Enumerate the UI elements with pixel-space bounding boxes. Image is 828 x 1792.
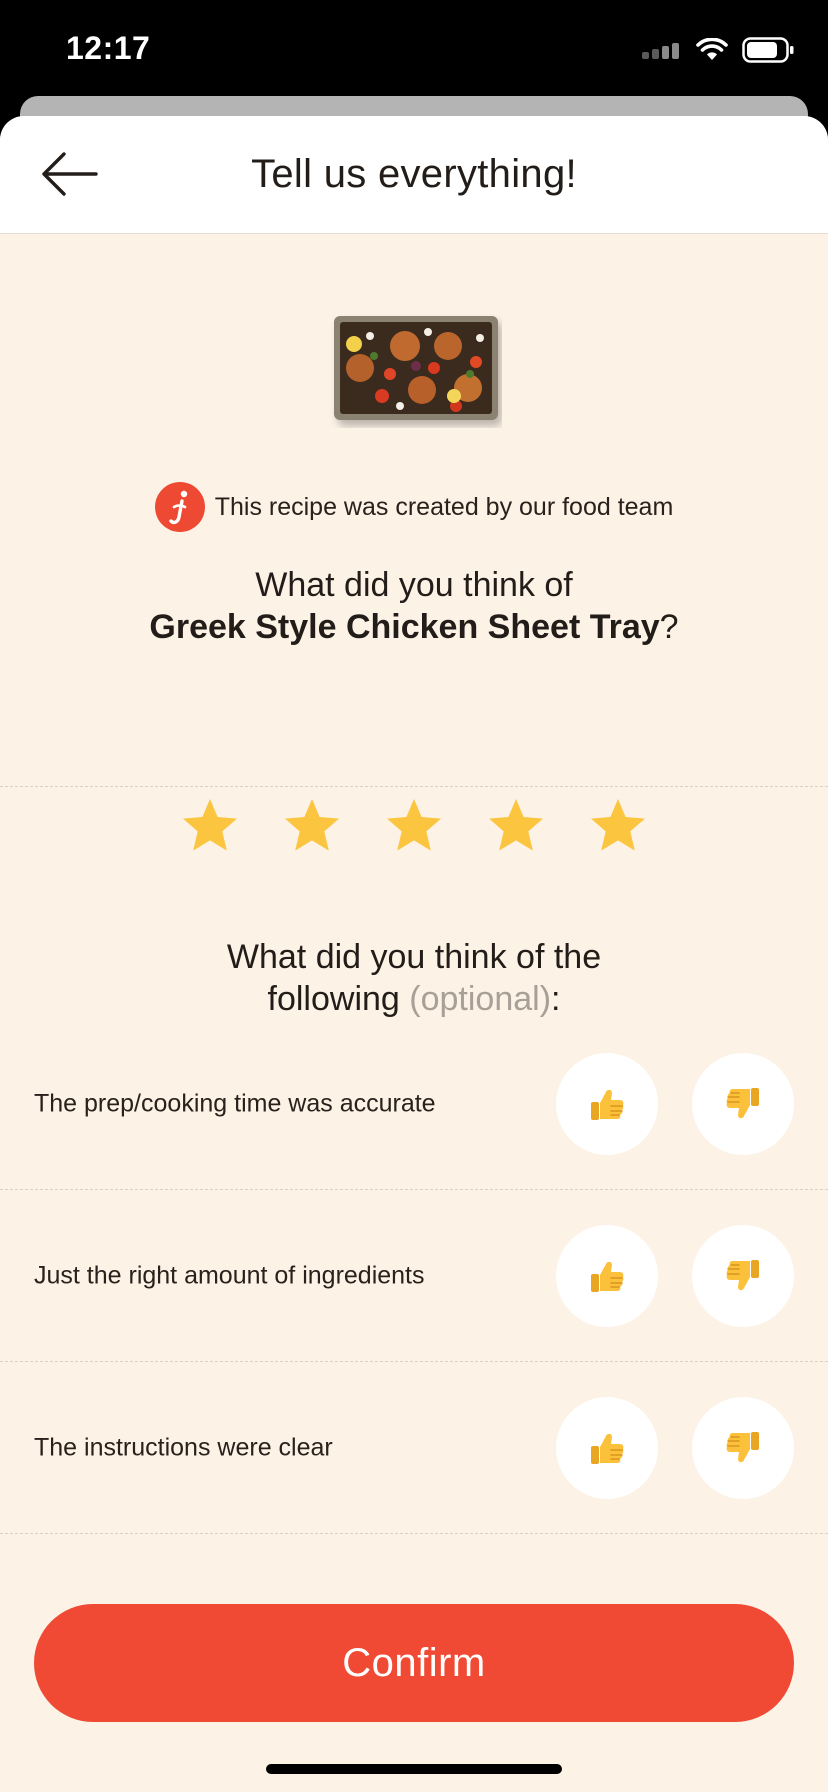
thumbs-up-button[interactable]	[556, 1397, 658, 1499]
rating-question-prefix: What did you think of	[255, 566, 573, 604]
feedback-question-line2: following	[267, 980, 410, 1018]
thumbs-up-icon	[591, 1089, 624, 1120]
feedback-row: Just the right amount of ingredients	[0, 1190, 828, 1362]
thumbs-up-icon	[591, 1433, 624, 1464]
optional-label: (optional)	[409, 980, 552, 1018]
thumbs-up-button[interactable]	[556, 1053, 658, 1155]
star-icon[interactable]	[180, 796, 240, 856]
battery-icon	[742, 37, 794, 63]
feedback-question-end: :	[551, 980, 561, 1018]
thumbs-up-button[interactable]	[556, 1225, 658, 1327]
page-title: Tell us everything!	[251, 152, 577, 196]
brand-logo	[154, 482, 205, 532]
feedback-sheet: Tell us everything! This recipe was crea…	[0, 116, 828, 1792]
star-rating	[0, 796, 828, 856]
status-time: 12:17	[66, 30, 151, 66]
creator-text: This recipe was created by our food team	[214, 492, 674, 521]
thumbs-down-button[interactable]	[692, 1053, 794, 1155]
star-icon[interactable]	[384, 796, 444, 856]
sheet-header: Tell us everything!	[0, 116, 828, 234]
confirm-button[interactable]: Confirm	[34, 1604, 794, 1722]
row-divider	[0, 1533, 828, 1534]
wifi-icon	[696, 38, 728, 60]
thumbs-down-button[interactable]	[692, 1225, 794, 1327]
thumbs-down-icon	[726, 1432, 759, 1463]
status-bar: 12:17	[0, 0, 828, 100]
feedback-question-line1: What did you think of the	[226, 938, 602, 976]
section-divider	[0, 786, 828, 787]
thumbs-down-button[interactable]	[692, 1397, 794, 1499]
thumbs-down-icon	[726, 1088, 759, 1119]
dish-name: Greek Style Chicken Sheet Tray	[149, 608, 660, 646]
rating-question: What did you think of Greek Style Chicke…	[0, 564, 828, 648]
feedback-row: The prep/cooking time was accurate	[0, 1018, 828, 1190]
feedback-label: The instructions were clear	[34, 1433, 333, 1462]
cellular-signal-icon	[642, 43, 679, 59]
recipe-image	[334, 316, 498, 420]
feedback-question: What did you think of the following (opt…	[0, 936, 828, 1020]
home-indicator	[266, 1764, 562, 1774]
feedback-label: The prep/cooking time was accurate	[34, 1089, 436, 1118]
thumbs-down-icon	[726, 1260, 759, 1291]
thumbs-up-icon	[591, 1261, 624, 1292]
brand-j-icon	[169, 490, 187, 525]
star-icon[interactable]	[486, 796, 546, 856]
rating-question-suffix: ?	[659, 608, 679, 646]
feedback-label: Just the right amount of ingredients	[34, 1261, 425, 1290]
star-icon[interactable]	[282, 796, 342, 856]
status-icons	[642, 36, 794, 64]
feedback-row: The instructions were clear	[0, 1362, 828, 1534]
creator-row: This recipe was created by our food team	[0, 482, 828, 532]
star-icon[interactable]	[588, 796, 648, 856]
